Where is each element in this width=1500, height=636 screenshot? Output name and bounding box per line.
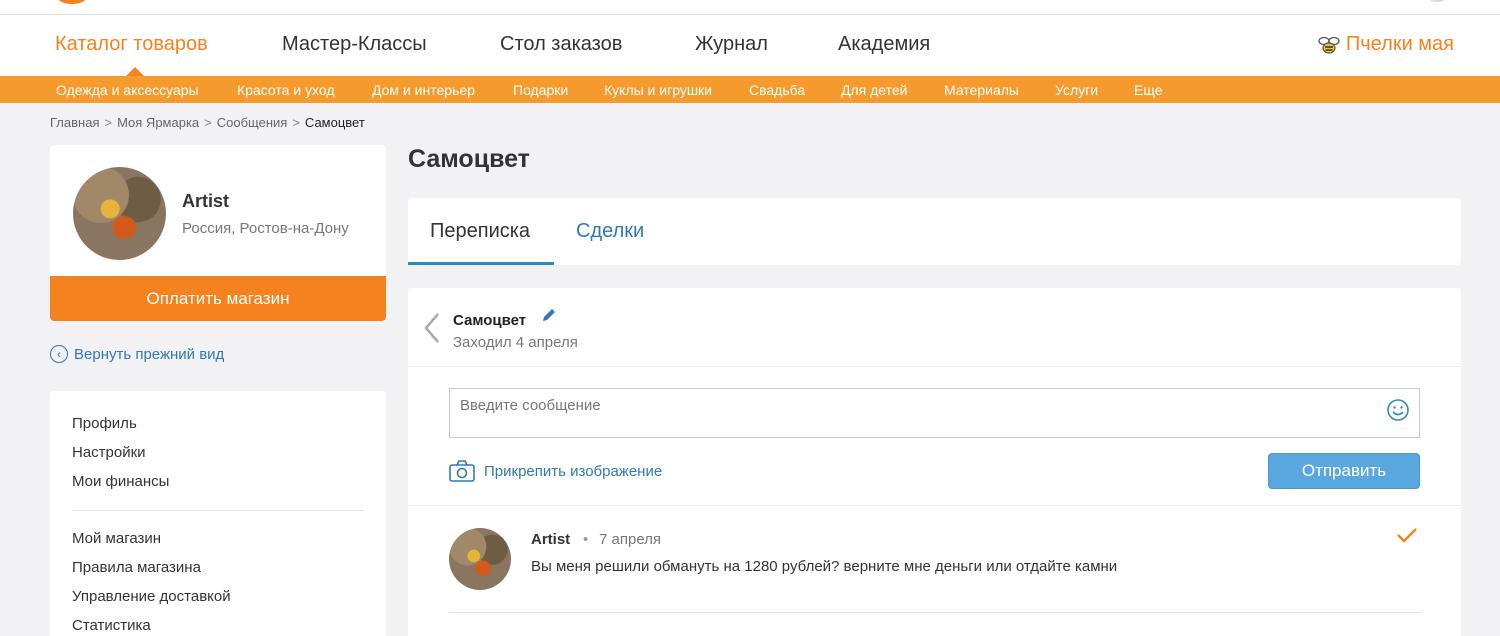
message-input[interactable]	[449, 388, 1420, 438]
menu-divider	[72, 510, 364, 511]
bees-label: Пчелки мая	[1345, 33, 1454, 55]
nav-academy[interactable]: Академия	[838, 33, 930, 56]
menu-my-shop[interactable]: Мой магазин	[72, 530, 161, 547]
attach-image-label: Прикрепить изображение	[484, 462, 663, 480]
breadcrumb-messages[interactable]: Сообщения	[217, 115, 288, 130]
message-divider	[449, 612, 1420, 613]
profile-location: Россия, Ростов-на-Дону	[182, 220, 349, 237]
return-link-label: Вернуть прежний вид	[74, 345, 225, 363]
category-more[interactable]: Еще	[1134, 82, 1163, 98]
breadcrumb-home[interactable]: Главная	[50, 115, 99, 130]
nav-journal[interactable]: Журнал	[695, 33, 768, 56]
pay-shop-button[interactable]: Оплатить магазин	[50, 276, 386, 321]
send-button[interactable]: Отправить	[1268, 453, 1420, 489]
message-date: 7 апреля	[599, 531, 662, 548]
breadcrumb-separator: >	[104, 115, 113, 130]
compose-divider	[408, 505, 1461, 506]
menu-finances[interactable]: Мои финансы	[72, 473, 169, 490]
category-beauty[interactable]: Красота и уход	[237, 82, 335, 98]
category-clothing[interactable]: Одежда и аксессуары	[56, 82, 199, 98]
nav-master-classes[interactable]: Мастер-Классы	[282, 33, 427, 56]
breadcrumb-separator: >	[204, 115, 212, 130]
page-title: Самоцвет	[408, 145, 530, 173]
profile-name[interactable]: Artist	[182, 191, 229, 212]
menu-delivery[interactable]: Управление доставкой	[72, 588, 231, 605]
menu-settings[interactable]: Настройки	[72, 444, 146, 461]
smile-icon[interactable]	[1386, 398, 1410, 422]
bee-icon	[1318, 36, 1340, 54]
edit-pencil-icon[interactable]	[540, 306, 558, 324]
return-old-view-link[interactable]: ‹ Вернуть прежний вид	[50, 345, 224, 363]
tab-correspondence[interactable]: Переписка	[430, 220, 530, 243]
avatar[interactable]	[73, 167, 166, 260]
category-bar: Одежда и аксессуары Красота и уход Дом и…	[0, 76, 1500, 103]
message-author[interactable]: Artist	[531, 531, 570, 548]
profile-card: Artist Россия, Ростов-на-Дону Оплатить м…	[50, 145, 386, 321]
chat-panel: Самоцвет Заходил 4 апреля Прикрепить изо…	[408, 288, 1461, 636]
return-circle-icon: ‹	[50, 345, 68, 363]
message-text: Вы меня решили обмануть на 1280 рублей? …	[531, 558, 1118, 575]
back-chevron-icon[interactable]	[422, 310, 444, 346]
breadcrumb-separator: >	[292, 115, 300, 130]
menu-shop-rules[interactable]: Правила магазина	[72, 559, 201, 576]
message-meta-dot: •	[583, 531, 589, 548]
side-menu: Профиль Настройки Мои финансы Мой магази…	[50, 391, 386, 636]
tabs-bar: Переписка Сделки	[408, 198, 1461, 265]
main-navigation: Каталог товаров Мастер-Классы Стол заказ…	[0, 15, 1500, 76]
chat-header-divider	[408, 366, 1461, 367]
menu-statistics[interactable]: Статистика	[72, 617, 151, 634]
check-icon	[1397, 528, 1417, 543]
category-dolls[interactable]: Куклы и игрушки	[604, 82, 712, 98]
menu-profile[interactable]: Профиль	[72, 415, 137, 432]
category-kids[interactable]: Для детей	[841, 82, 907, 98]
nav-catalog[interactable]: Каталог товаров	[55, 33, 208, 56]
breadcrumb-current: Самоцвет	[304, 115, 365, 130]
user-avatar-icon[interactable]	[1424, 0, 1450, 2]
active-tab-underline	[408, 262, 554, 265]
nav-order-desk[interactable]: Стол заказов	[500, 33, 622, 56]
tab-deals[interactable]: Сделки	[576, 220, 644, 243]
active-nav-caret	[126, 67, 144, 76]
avatar[interactable]	[449, 528, 511, 590]
breadcrumb: Главная > Моя Ярмарка > Сообщения > Самоцвет	[50, 115, 365, 130]
contact-name[interactable]: Самоцвет	[453, 312, 526, 329]
category-services[interactable]: Услуги	[1055, 82, 1098, 98]
breadcrumb-my-fair[interactable]: Моя Ярмарка	[117, 115, 199, 130]
logo-icon[interactable]	[52, 0, 92, 4]
top-header-strip	[0, 0, 1500, 15]
category-materials[interactable]: Материалы	[944, 82, 1019, 98]
attach-image-link[interactable]: Прикрепить изображение	[449, 460, 662, 482]
category-gifts[interactable]: Подарки	[513, 82, 568, 98]
camera-icon	[449, 460, 475, 482]
category-wedding[interactable]: Свадьба	[749, 82, 805, 98]
bees-link[interactable]: Пчелки мая	[1318, 33, 1454, 56]
category-home[interactable]: Дом и интерьер	[372, 82, 475, 98]
last-seen-status: Заходил 4 апреля	[453, 334, 578, 351]
